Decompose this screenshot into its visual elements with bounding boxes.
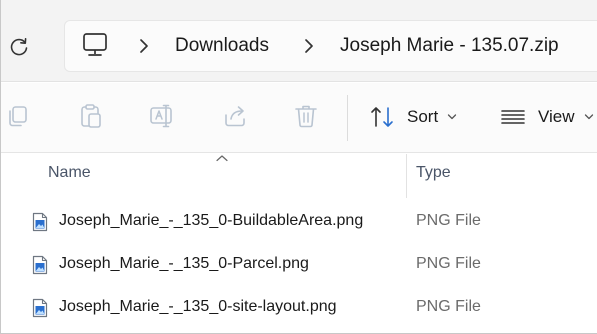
view-icon [501, 110, 525, 124]
png-file-icon [32, 212, 48, 232]
sort-ascending-icon [216, 155, 228, 162]
breadcrumb-downloads[interactable]: Downloads [175, 34, 269, 58]
refresh-icon [10, 38, 28, 56]
file-row[interactable]: Joseph_Marie_-_135_0-Parcel.png PNG File [1, 245, 597, 285]
address-bar-row: Downloads Joseph Marie - 135.07.zip [1, 0, 597, 82]
png-file-icon [32, 298, 48, 318]
toolbar-separator [347, 95, 348, 141]
file-type: PNG File [416, 212, 481, 229]
paste-icon[interactable] [78, 103, 104, 129]
file-row[interactable]: Joseph_Marie_-_135_0-BuildableArea.png P… [1, 202, 597, 242]
column-header-row: Name Type [1, 154, 597, 198]
copy-icon[interactable] [5, 103, 31, 129]
file-type: PNG File [416, 255, 481, 272]
file-explorer-window: Downloads Joseph Marie - 135.07.zip Sort… [0, 0, 597, 334]
file-name: Joseph_Marie_-_135_0-site-layout.png [59, 298, 337, 315]
file-type: PNG File [416, 298, 481, 315]
breadcrumb-zip-folder[interactable]: Joseph Marie - 135.07.zip [340, 34, 559, 58]
breadcrumb-chevron-icon[interactable] [138, 37, 150, 55]
sort-button[interactable]: Sort [369, 101, 457, 133]
this-pc-icon[interactable] [81, 32, 109, 58]
view-label: View [538, 107, 575, 126]
column-divider[interactable] [406, 154, 407, 198]
file-name: Joseph_Marie_-_135_0-BuildableArea.png [59, 212, 364, 229]
share-icon[interactable] [222, 103, 248, 129]
view-button[interactable]: View [500, 101, 594, 133]
refresh-button[interactable] [5, 33, 33, 61]
sort-label: Sort [407, 107, 439, 126]
chevron-down-icon [584, 114, 593, 120]
file-name: Joseph_Marie_-_135_0-Parcel.png [59, 255, 309, 272]
column-header-type[interactable]: Type [416, 164, 451, 182]
command-bar: Sort View [1, 83, 597, 153]
chevron-down-icon [448, 114, 457, 120]
sort-icon [371, 107, 393, 127]
file-row[interactable]: Joseph_Marie_-_135_0-site-layout.png PNG… [1, 288, 597, 328]
column-header-name[interactable]: Name [48, 164, 91, 182]
delete-icon[interactable] [293, 103, 319, 129]
png-file-icon [32, 255, 48, 275]
rename-icon[interactable] [149, 103, 175, 129]
breadcrumb-chevron-icon[interactable] [303, 37, 315, 55]
